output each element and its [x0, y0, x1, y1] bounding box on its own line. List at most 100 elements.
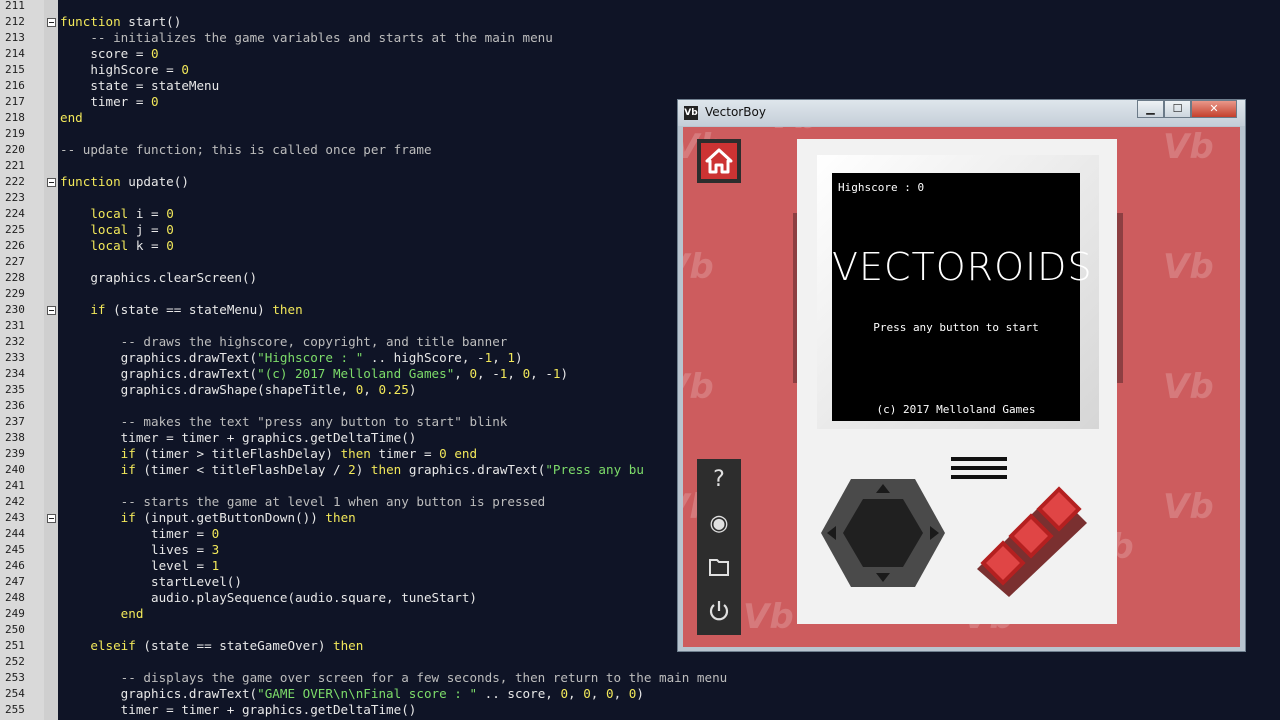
- code-line[interactable]: graphics.drawText("Highscore : " .. high…: [60, 350, 523, 366]
- line-number: 234: [5, 367, 25, 380]
- code-line[interactable]: audio.playSequence(audio.square, tuneSta…: [60, 590, 477, 606]
- line-number: 232: [5, 335, 25, 348]
- action-buttons: [977, 486, 1087, 597]
- folder-icon[interactable]: [706, 555, 732, 581]
- code-line[interactable]: highScore = 0: [60, 62, 189, 78]
- line-number: 212: [5, 15, 25, 28]
- line-number: 233: [5, 351, 25, 364]
- code-line[interactable]: graphics.drawText("GAME OVER\n\nFinal sc…: [60, 686, 644, 702]
- code-line[interactable]: function update(): [60, 174, 189, 190]
- close-button[interactable]: ✕: [1191, 100, 1237, 118]
- code-line[interactable]: local i = 0: [60, 206, 173, 222]
- copyright-label: (c) 2017 Melloland Games: [876, 403, 1036, 416]
- line-number: 213: [5, 31, 25, 44]
- line-number: 252: [5, 655, 25, 668]
- record-icon[interactable]: ◉: [706, 511, 732, 537]
- code-line[interactable]: -- displays the game over screen for a f…: [60, 670, 728, 686]
- line-number: 244: [5, 527, 25, 540]
- code-line[interactable]: if (state == stateMenu) then: [60, 302, 302, 318]
- game-title-banner: VECTOROIDS: [832, 245, 1093, 289]
- home-button[interactable]: [697, 139, 741, 183]
- line-number: 222: [5, 175, 25, 188]
- line-number: 226: [5, 239, 25, 252]
- fold-margin: [44, 0, 58, 720]
- code-line[interactable]: state = stateMenu: [60, 78, 219, 94]
- line-number: 248: [5, 591, 25, 604]
- code-line[interactable]: graphics.clearScreen(): [60, 270, 257, 286]
- line-number: 224: [5, 207, 25, 220]
- watermark-logo: Vb: [1163, 367, 1214, 407]
- code-line[interactable]: if (timer < titleFlashDelay / 2) then gr…: [60, 462, 644, 478]
- code-line[interactable]: graphics.drawText("(c) 2017 Melloland Ga…: [60, 366, 568, 382]
- line-number: 249: [5, 607, 25, 620]
- highscore-label: Highscore : 0: [838, 181, 925, 194]
- dpad[interactable]: [819, 477, 947, 589]
- code-line[interactable]: score = 0: [60, 46, 158, 62]
- line-number: 214: [5, 47, 25, 60]
- code-line[interactable]: startLevel(): [60, 574, 242, 590]
- line-number: 239: [5, 447, 25, 460]
- code-line[interactable]: -- draws the highscore, copyright, and t…: [60, 334, 508, 350]
- code-line[interactable]: local k = 0: [60, 238, 173, 254]
- line-number: 219: [5, 127, 25, 140]
- code-line[interactable]: timer = 0: [60, 94, 158, 110]
- watermark-logo: Vb: [683, 247, 714, 287]
- code-line[interactable]: if (input.getButtonDown()) then: [60, 510, 356, 526]
- code-line[interactable]: -- initializes the game variables and st…: [60, 30, 553, 46]
- line-number: 246: [5, 559, 25, 572]
- line-number: 241: [5, 479, 25, 492]
- watermark-logo: Vb: [1163, 127, 1214, 167]
- line-number: 231: [5, 319, 25, 332]
- home-icon: [701, 143, 737, 179]
- line-number: 240: [5, 463, 25, 476]
- maximize-button[interactable]: ☐: [1164, 100, 1191, 118]
- start-prompt: Press any button to start: [873, 321, 1039, 334]
- line-number: 229: [5, 287, 25, 300]
- fold-toggle-icon[interactable]: [47, 306, 56, 315]
- line-number: 218: [5, 111, 25, 124]
- power-icon[interactable]: [706, 599, 732, 625]
- line-number: 221: [5, 159, 25, 172]
- watermark-logo: Vb: [768, 127, 819, 137]
- line-number: 220: [5, 143, 25, 156]
- code-line[interactable]: end: [60, 606, 144, 622]
- watermark-logo: Vb: [743, 597, 794, 637]
- code-line[interactable]: if (timer > titleFlashDelay) then timer …: [60, 446, 477, 462]
- line-number: 235: [5, 383, 25, 396]
- line-number: 247: [5, 575, 25, 588]
- code-line[interactable]: local j = 0: [60, 222, 173, 238]
- code-line[interactable]: level = 1: [60, 558, 219, 574]
- fold-toggle-icon[interactable]: [47, 178, 56, 187]
- code-line[interactable]: -- starts the game at level 1 when any b…: [60, 494, 546, 510]
- code-line[interactable]: timer = timer + graphics.getDeltaTime(): [60, 430, 417, 446]
- code-line[interactable]: elseif (state == stateGameOver) then: [60, 638, 363, 654]
- minimize-button[interactable]: ▁: [1137, 100, 1164, 118]
- code-line[interactable]: -- update function; this is called once …: [60, 142, 432, 158]
- code-line[interactable]: end: [60, 110, 83, 126]
- code-line[interactable]: -- makes the text "press any button to s…: [60, 414, 508, 430]
- title-bar[interactable]: Vb VectorBoy ▁ ☐ ✕: [678, 100, 1245, 126]
- watermark-logo: Vb: [1163, 247, 1214, 287]
- code-line[interactable]: function start(): [60, 14, 181, 30]
- code-line[interactable]: graphics.drawShape(shapeTitle, 0, 0.25): [60, 382, 417, 398]
- line-number: 216: [5, 79, 25, 92]
- window-title: VectorBoy: [705, 105, 766, 119]
- line-number: 236: [5, 399, 25, 412]
- fold-toggle-icon[interactable]: [47, 18, 56, 27]
- line-number: 211: [5, 0, 25, 12]
- watermark-logo: Vb: [683, 367, 714, 407]
- line-number: 217: [5, 95, 25, 108]
- line-number: 223: [5, 191, 25, 204]
- line-number: 238: [5, 431, 25, 444]
- code-line[interactable]: lives = 3: [60, 542, 219, 558]
- fold-toggle-icon[interactable]: [47, 514, 56, 523]
- line-number: 242: [5, 495, 25, 508]
- line-number: 253: [5, 671, 25, 684]
- help-icon[interactable]: ?: [706, 467, 732, 493]
- code-line[interactable]: timer = timer + graphics.getDeltaTime(): [60, 702, 417, 718]
- code-line[interactable]: timer = 0: [60, 526, 219, 542]
- line-number: 230: [5, 303, 25, 316]
- line-number: 251: [5, 639, 25, 652]
- game-screen[interactable]: Highscore : 0 VECTOROIDS Press any butto…: [832, 173, 1093, 421]
- line-number-gutter: 211 212 213 214 215 216 217 218 219 220 221 222 223 2…: [0, 0, 44, 720]
